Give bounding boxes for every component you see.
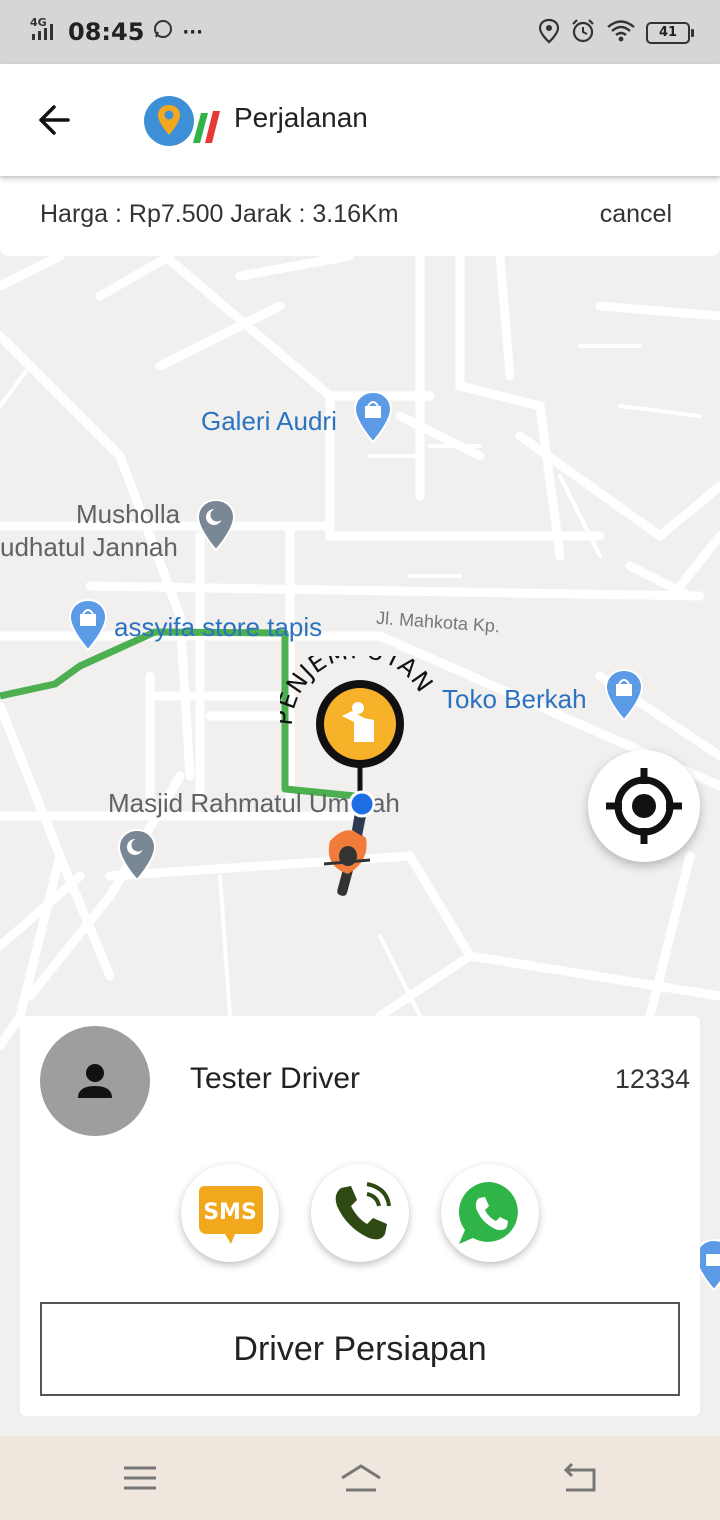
sms-button[interactable]: SMS bbox=[181, 1164, 279, 1262]
poi-label[interactable]: Galeri Audri bbox=[201, 406, 337, 437]
back-arrow-icon[interactable] bbox=[34, 98, 78, 142]
person-icon bbox=[78, 1064, 112, 1098]
whatsapp-icon bbox=[458, 1181, 518, 1244]
clock: 08:45 bbox=[68, 18, 145, 46]
app-bar: Perjalanan bbox=[0, 64, 720, 176]
driver-card: Tester Driver 12334 SMS Driver Persiapan bbox=[20, 1016, 700, 1416]
sms-icon: SMS bbox=[199, 1186, 263, 1244]
poi-label[interactable]: udhatul Jannah bbox=[0, 532, 178, 563]
call-button[interactable] bbox=[311, 1164, 409, 1262]
shopping-pin-icon[interactable] bbox=[68, 598, 108, 654]
battery-icon: 41 bbox=[646, 22, 694, 44]
poi-label[interactable]: Musholla bbox=[76, 499, 180, 530]
signal-icon: 4G bbox=[30, 16, 60, 48]
mosque-pin-icon[interactable] bbox=[196, 498, 236, 554]
driver-motorcycle-icon bbox=[323, 790, 376, 896]
status-bar: 4G 08:45 ··· 41 bbox=[0, 0, 720, 64]
sms-label: SMS bbox=[203, 1200, 257, 1225]
phone-icon bbox=[335, 1182, 391, 1240]
mosque-pin-icon[interactable] bbox=[117, 828, 157, 884]
cancel-button[interactable]: cancel bbox=[600, 200, 672, 229]
whatsapp-notification-icon bbox=[152, 18, 174, 46]
network-type: 4G bbox=[30, 16, 47, 29]
page-title: Perjalanan bbox=[234, 102, 368, 133]
menu-icon[interactable] bbox=[120, 1458, 160, 1498]
trip-summary: Harga : Rp7.500 Jarak : 3.16Km bbox=[40, 200, 399, 228]
home-icon[interactable] bbox=[338, 1458, 384, 1498]
poi-label[interactable]: assyifa store tapis bbox=[114, 612, 322, 643]
whatsapp-button[interactable] bbox=[441, 1164, 539, 1262]
more-notifications: ··· bbox=[182, 21, 203, 43]
back-nav-icon[interactable] bbox=[560, 1458, 600, 1498]
driver-status-button[interactable]: Driver Persiapan bbox=[40, 1302, 680, 1396]
my-location-button[interactable] bbox=[588, 750, 700, 862]
location-icon bbox=[538, 18, 560, 48]
shopping-pin-icon[interactable] bbox=[604, 668, 644, 724]
driver-name: Tester Driver bbox=[190, 1062, 361, 1095]
crosshair-icon bbox=[606, 768, 682, 844]
wifi-icon bbox=[606, 19, 636, 47]
driver-avatar bbox=[40, 1026, 150, 1136]
status-left: 4G 08:45 ··· bbox=[30, 16, 203, 48]
shopping-pin-icon[interactable] bbox=[353, 390, 393, 446]
system-nav-bar bbox=[0, 1436, 720, 1520]
poi-label[interactable]: Toko Berkah bbox=[442, 684, 587, 715]
status-right: 41 bbox=[538, 18, 694, 48]
driver-id: 12334 bbox=[614, 1064, 690, 1094]
trip-info-bar: Harga : Rp7.500 Jarak : 3.16Km cancel bbox=[0, 178, 720, 256]
app-logo bbox=[143, 95, 225, 147]
alarm-icon bbox=[570, 18, 596, 48]
